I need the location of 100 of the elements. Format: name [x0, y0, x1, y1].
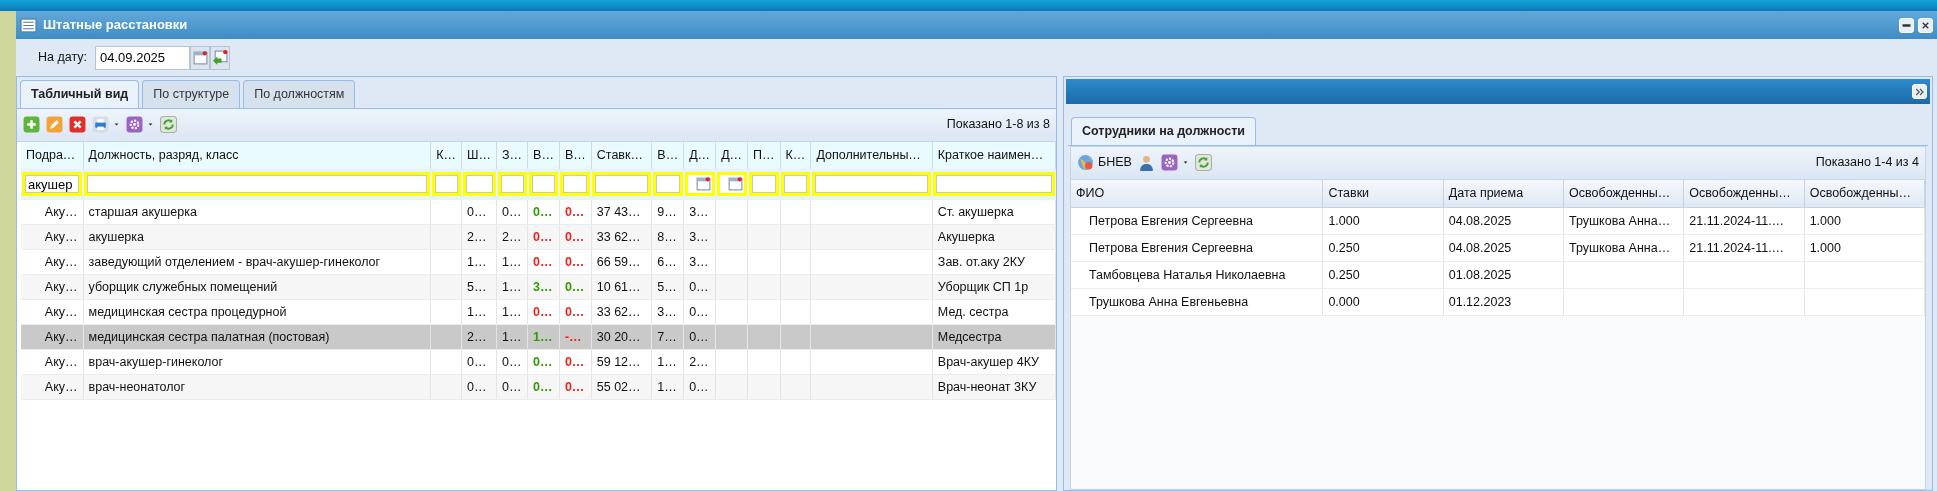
collapse-button[interactable] — [1912, 84, 1927, 99]
calendar-button[interactable] — [190, 45, 210, 70]
table-cell: 0… — [533, 354, 553, 369]
table-cell: 2… — [683, 349, 716, 375]
filter-field[interactable] — [84, 172, 430, 197]
table-cell: 2… — [496, 224, 528, 250]
date-filter-field[interactable] — [684, 172, 715, 197]
filter-field[interactable] — [431, 172, 461, 197]
settings-icon — [1160, 154, 1178, 172]
table-cell: 0… — [496, 374, 528, 400]
table-row[interactable]: Аку… старшая акушерка 0… 0… 0… 0… 37 43… 9… 3… Ст. акушерка — [21, 199, 1056, 225]
filter-field[interactable] — [462, 172, 496, 197]
table-row[interactable]: Аку… уборщик служебных помещений 5… 1… 3… 0… 10 61… 5… 0… Уборщик СП 1р — [21, 274, 1056, 300]
table-cell: 04.08.2025 — [1443, 207, 1564, 235]
table-cell: 3… — [533, 279, 553, 294]
filter-field[interactable] — [592, 172, 651, 197]
column-header[interactable]: Дополнительны… — [810, 141, 933, 169]
table-row[interactable]: Аку… медицинская сестра палатная (постовая) 2… 1… 1… -… 30 20… 7… 0… Медсестра — [21, 324, 1056, 350]
table-cell: 0… — [496, 349, 528, 375]
tab[interactable]: Сотрудники на должности — [1071, 117, 1256, 145]
calendar-reset-button[interactable] — [210, 45, 230, 70]
tab[interactable]: По структуре — [142, 80, 241, 108]
settings-button[interactable] — [126, 116, 154, 134]
delete-icon[interactable] — [69, 116, 86, 134]
filter-field[interactable]: акушер — [22, 172, 83, 197]
print-button[interactable] — [92, 116, 120, 134]
table-cell: 8… — [651, 224, 684, 250]
table-cell: Петрова Евгения Сергеевна — [1071, 234, 1323, 262]
table-cell: Аку… — [21, 249, 84, 275]
table-cell: 04.08.2025 — [1443, 234, 1564, 262]
table-cell: 0… — [533, 254, 553, 269]
edit-icon[interactable] — [46, 116, 63, 134]
table-cell: 2… — [461, 224, 497, 250]
filter-field[interactable] — [748, 172, 780, 197]
table-cell: 33 62… — [591, 224, 652, 250]
table-row[interactable]: Аку… врач-неонатолог 0… 0… 0… 0… 55 02… 1… 0… Врач-неонат 3КУ — [21, 374, 1056, 400]
table-cell: 0.250 — [1322, 261, 1444, 289]
column-header[interactable]: ФИО — [1071, 179, 1323, 208]
column-header[interactable]: Ставки — [1322, 179, 1444, 208]
table-cell: Аку… — [21, 299, 84, 325]
table-cell: 01.08.2025 — [1443, 261, 1564, 289]
table-cell: 1… — [461, 249, 497, 275]
table-cell: Медсестра — [932, 324, 1056, 350]
table-cell: Аку… — [21, 324, 84, 350]
tab[interactable]: Табличный вид — [20, 80, 140, 108]
date-label: На дату: — [38, 49, 87, 67]
table-row[interactable]: Аку… акушерка 2… 2… 0… 0… 33 62… 8… 3… Акушерка — [21, 224, 1056, 250]
caret-icon — [113, 122, 120, 128]
table-row[interactable]: Аку… заведующий отделением - врач-акушер-гинеколог 1… 1… 0… 0… 66 59… 6… 3… Зав. от.аку 2КУ — [21, 249, 1056, 275]
table-cell: 1… — [533, 329, 553, 344]
pager-text: Показано 1-8 из 8 — [946, 116, 1050, 134]
refresh-icon[interactable] — [160, 116, 177, 134]
close-button[interactable] — [1918, 17, 1933, 33]
filter-field[interactable] — [497, 172, 527, 197]
table-cell: Акушерка — [932, 224, 1056, 250]
filter-field[interactable] — [781, 172, 810, 197]
pager-text: Показано 1-4 из 4 — [1815, 154, 1919, 172]
settings-button[interactable] — [1160, 154, 1189, 172]
filter-field[interactable] — [560, 172, 591, 197]
table-cell: 1… — [496, 274, 528, 300]
column-header[interactable]: Освобожденны… — [1804, 179, 1925, 208]
table-cell: Ст. акушерка — [932, 199, 1056, 225]
user-icon[interactable] — [1137, 154, 1155, 172]
filter-field[interactable] — [933, 172, 1055, 197]
table-cell: 3… — [683, 224, 716, 250]
refresh-icon[interactable] — [1194, 154, 1212, 172]
table-cell: 0… — [564, 354, 585, 369]
column-header[interactable]: Краткое наимен… — [932, 141, 1056, 169]
column-header[interactable]: Должность, разряд, класс — [83, 141, 431, 169]
table-cell: 0… — [533, 379, 553, 394]
table-cell: 01.12.2023 — [1443, 288, 1564, 316]
filter-field[interactable] — [652, 172, 683, 197]
table-cell: 0… — [461, 374, 497, 400]
date-filter-field[interactable] — [716, 172, 747, 197]
table-cell: Аку… — [21, 274, 84, 300]
table-cell: 33 62… — [591, 299, 652, 325]
table-cell: 5… — [651, 274, 684, 300]
table-cell: 1.000 — [1322, 207, 1444, 235]
table-cell: 10 61… — [591, 274, 652, 300]
table-cell: 1.000 — [1804, 207, 1925, 235]
add-icon[interactable] — [23, 116, 40, 134]
filter-field[interactable] — [811, 172, 932, 197]
filter-field[interactable] — [528, 172, 559, 197]
column-header[interactable]: Дата приема — [1443, 179, 1564, 208]
column-header[interactable]: Освобожденны… — [1683, 179, 1805, 208]
table-cell: 55 02… — [591, 374, 652, 400]
table-cell: 0… — [564, 379, 585, 394]
table-cell: 0… — [461, 199, 497, 225]
user-button[interactable]: БНЕВ — [1077, 153, 1132, 173]
tab[interactable]: По должностям — [243, 80, 356, 108]
column-header[interactable]: Освобожденны… — [1563, 179, 1684, 208]
minimize-button[interactable] — [1899, 17, 1914, 33]
table-cell: врач-неонатолог — [83, 374, 431, 400]
table-cell: 3… — [683, 249, 716, 275]
table-cell: старшая акушерка — [83, 199, 431, 225]
table-row[interactable]: Аку… медицинская сестра процедурной 1… 1… 0… 0… 33 62… 3… 0… Мед. сестра — [21, 299, 1056, 325]
column-header[interactable]: Подра… — [21, 141, 84, 169]
date-field[interactable]: 04.09.2025 — [95, 45, 190, 70]
table-row[interactable]: Аку… врач-акушер-гинеколог 0… 0… 0… 0… 59 12… 1… 2… Врач-акушер 4КУ — [21, 349, 1056, 375]
settings-icon — [126, 116, 143, 134]
